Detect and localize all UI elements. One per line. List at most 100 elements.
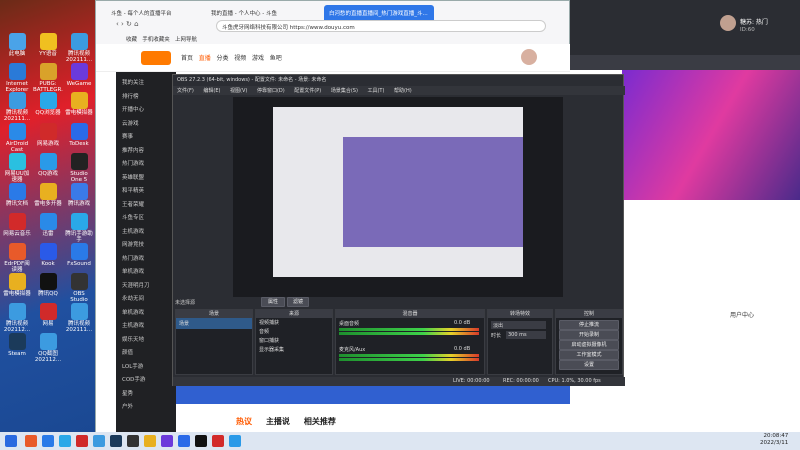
desktop-icon[interactable]: 迅雷	[33, 213, 63, 237]
side-nav-item[interactable]: 热门游戏	[122, 254, 144, 262]
side-nav-item[interactable]: 开播中心	[122, 105, 144, 113]
taskbar-app-icon[interactable]	[110, 435, 122, 447]
desktop-icon[interactable]: 网易	[33, 303, 63, 327]
taskbar-app-icon[interactable]	[161, 435, 173, 447]
side-nav-item[interactable]: 主机游戏	[122, 227, 144, 235]
desktop-icon[interactable]: FxSound	[64, 243, 94, 267]
duration-input[interactable]: 300 ms	[506, 331, 546, 339]
desktop-icon[interactable]: Internet Explorer	[2, 63, 32, 93]
transition-select[interactable]: 淡出	[491, 321, 546, 329]
taskbar-app-icon[interactable]	[212, 435, 224, 447]
obs-menu-item[interactable]: 工具(T)	[367, 88, 386, 94]
tab-recommend[interactable]: 相关推荐	[304, 417, 336, 426]
side-nav-item[interactable]: 排行榜	[122, 92, 139, 100]
studio-mode-button[interactable]: 工作室模式	[559, 350, 619, 360]
nav-buttons[interactable]: ‹ › ↻ ⌂	[116, 20, 139, 28]
nav-category[interactable]: 分类	[217, 55, 229, 62]
source-item[interactable]: 视频捕获	[256, 318, 332, 327]
desktop-icon[interactable]: 腾讯游戏	[64, 183, 94, 207]
desktop-icon[interactable]: QQ游戏	[33, 153, 63, 177]
taskbar-app-icon[interactable]	[42, 435, 54, 447]
side-nav-item[interactable]: 热门游戏	[122, 159, 144, 167]
taskbar-app-icon[interactable]	[59, 435, 71, 447]
desktop-icon[interactable]: YY语音	[33, 33, 63, 57]
side-nav-item[interactable]: 永劫无间	[122, 294, 144, 302]
taskbar-app-icon[interactable]	[25, 435, 37, 447]
tab-douyu-home[interactable]: 斗鱼 - 每个人的直播平台	[106, 5, 206, 20]
obs-menu-item[interactable]: 文件(F)	[177, 88, 195, 94]
nav-games[interactable]: 游戏	[252, 55, 264, 62]
desktop-icon[interactable]: ToDesk	[64, 123, 94, 147]
desktop-icon[interactable]: 此电脑	[2, 33, 32, 57]
filters-button[interactable]: 滤镜	[287, 297, 309, 307]
desktop-icon[interactable]: Kook	[33, 243, 63, 267]
desktop-icon[interactable]: Studio One 5	[64, 153, 94, 183]
virtual-camera-button[interactable]: 启动虚拟摄像机	[559, 340, 619, 350]
obs-menu-item[interactable]: 帮助(H)	[394, 88, 412, 94]
side-nav-item[interactable]: 赛事	[122, 132, 133, 140]
taskbar-app-icon[interactable]	[127, 435, 139, 447]
user-center-link[interactable]: 用户中心	[730, 310, 754, 319]
settings-button[interactable]: 设置	[559, 360, 619, 370]
douyu-logo[interactable]	[141, 51, 171, 65]
desktop-icon[interactable]: QQ截图202112...	[33, 333, 63, 363]
taskbar-app-icon[interactable]	[76, 435, 88, 447]
desktop-icon[interactable]: 网易云音乐	[2, 213, 32, 237]
properties-button[interactable]: 属性	[261, 297, 285, 307]
desktop-icon[interactable]: 雷电模拟器	[64, 92, 94, 116]
side-nav-item[interactable]: 推荐内容	[122, 146, 144, 154]
side-nav-item[interactable]: 和平精英	[122, 186, 144, 194]
side-nav-item[interactable]: COD手游	[122, 375, 145, 383]
nav-live[interactable]: 直播	[199, 55, 211, 62]
taskbar-app-icon[interactable]	[144, 435, 156, 447]
avatar[interactable]	[521, 49, 537, 65]
side-nav-item[interactable]: 单机游戏	[122, 308, 144, 316]
side-nav-item[interactable]: 斗鱼专区	[122, 213, 144, 221]
source-item[interactable]: 窗口捕获	[256, 336, 332, 345]
user-avatar[interactable]	[720, 15, 736, 31]
obs-menu-item[interactable]: 停靠窗口(D)	[257, 88, 286, 94]
desktop-icon[interactable]: EdrPDF阅读器	[2, 243, 32, 273]
tab-hot[interactable]: 热议	[236, 417, 252, 426]
desktop-icon[interactable]: 腾讯文档	[2, 183, 32, 207]
bookmark-item[interactable]: 手机收藏夹	[142, 37, 170, 43]
tab-my-live[interactable]: 我的直播 - 个人中心 - 斗鱼	[206, 5, 316, 20]
side-nav-item[interactable]: 娱乐天地	[122, 335, 144, 343]
side-nav-item[interactable]: 王者荣耀	[122, 200, 144, 208]
nav-home[interactable]: 首页	[181, 55, 193, 62]
taskbar-app-icon[interactable]	[178, 435, 190, 447]
stop-streaming-button[interactable]: 停止推流	[559, 320, 619, 330]
tab-live-room[interactable]: 白河愁的直播直播间_热门游戏直播_斗...	[324, 5, 434, 20]
address-bar[interactable]: 斗鱼虎牙网络科技有限公司 https://www.douyu.com	[216, 20, 546, 32]
tab-anchor-says[interactable]: 主播说	[266, 417, 290, 426]
taskbar-app-icon[interactable]	[93, 435, 105, 447]
taskbar-app-icon[interactable]	[195, 435, 207, 447]
start-button[interactable]	[5, 435, 17, 447]
desktop-icon[interactable]: Steam	[2, 333, 32, 357]
desktop-icon[interactable]: 腾讯手游助手	[64, 213, 94, 243]
bookmark-item[interactable]: 收藏	[126, 37, 137, 43]
obs-menu-item[interactable]: 配置文件(P)	[294, 88, 323, 94]
side-nav-item[interactable]: 英雄联盟	[122, 173, 144, 181]
desktop-icon[interactable]: WeGame	[64, 63, 94, 87]
obs-menu-item[interactable]: 编辑(E)	[203, 88, 222, 94]
desktop-icon[interactable]: 腾讯视频202111...	[64, 33, 94, 63]
side-nav-item[interactable]: 颜值	[122, 348, 133, 356]
taskbar-app-icon[interactable]	[229, 435, 241, 447]
desktop-icon[interactable]: PUBG: BATTLEGR...	[33, 63, 63, 93]
desktop-icon[interactable]: 腾讯视频202111...	[64, 303, 94, 333]
desktop-icon[interactable]: 腾讯视频202112...	[2, 303, 32, 333]
scene-item[interactable]: 场景	[176, 318, 252, 329]
desktop-icon[interactable]: AirDroid Cast	[2, 123, 32, 153]
bookmark-item[interactable]: 上网导航	[175, 37, 197, 43]
nav-video[interactable]: 视频	[234, 55, 246, 62]
obs-menu-item[interactable]: 场景集合(S)	[331, 88, 360, 94]
desktop-icon[interactable]: 网易UU加速器	[2, 153, 32, 183]
side-nav-item[interactable]: 星秀	[122, 389, 133, 397]
desktop-icon[interactable]: QQ浏览器	[33, 92, 63, 116]
nav-yuba[interactable]: 鱼吧	[270, 55, 282, 62]
source-item[interactable]: 显示器采集	[256, 345, 332, 354]
desktop-icon[interactable]: 腾讯视频202111...	[2, 92, 32, 122]
side-nav-item[interactable]: 云游戏	[122, 119, 139, 127]
desktop-icon[interactable]: 网易游戏	[33, 123, 63, 147]
